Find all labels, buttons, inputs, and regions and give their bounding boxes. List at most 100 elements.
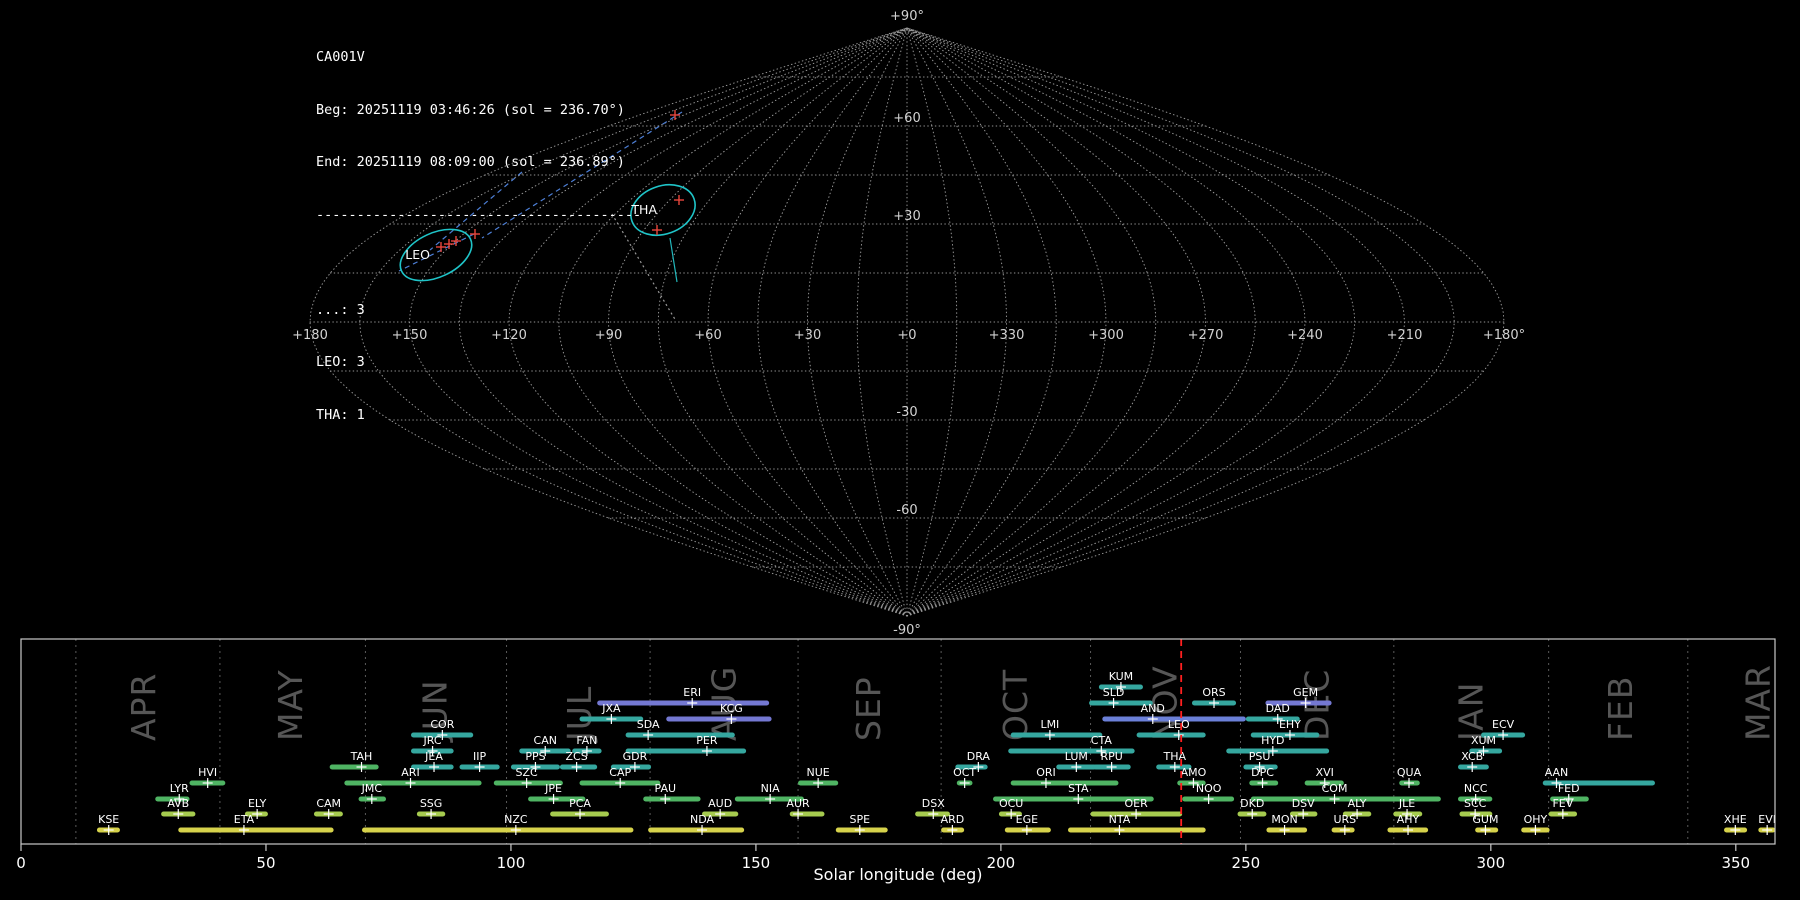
meteor-trail: [670, 238, 677, 282]
longitude-label: +30: [794, 328, 821, 343]
shower-label-AUD: AUD: [708, 797, 732, 810]
shower-label-SLD: SLD: [1103, 686, 1125, 699]
shower-label-ECV: ECV: [1492, 718, 1515, 731]
shower-bar-LEO: [1137, 733, 1206, 738]
shower-bar-KCG: [666, 717, 771, 722]
shower-label-ELY: ELY: [248, 797, 267, 810]
month-label: FEB: [1601, 676, 1640, 741]
latitude-label: -90°: [893, 623, 921, 638]
shower-label-AVB: AVB: [167, 797, 189, 810]
shower-label-CAP: CAP: [609, 766, 631, 779]
count-tha: THA: 1: [316, 407, 641, 425]
shower-label-DPC: DPC: [1251, 766, 1274, 779]
shower-label-DAD: DAD: [1266, 702, 1290, 715]
shower-bar-ORI: [1011, 781, 1119, 786]
latitude-label: +90°: [890, 9, 924, 24]
shower-label-GEM: GEM: [1293, 686, 1318, 699]
shower-label-JXA: JXA: [601, 702, 621, 715]
shower-label-THA: THA: [1163, 750, 1187, 763]
shower-label-OCU: OCU: [999, 797, 1023, 810]
shower-bar-LMI: [1011, 733, 1103, 738]
shower-label-OER: OER: [1124, 797, 1148, 810]
shower-label-AMO: AMO: [1181, 766, 1207, 779]
shower-label-OHY: OHY: [1524, 813, 1548, 826]
shower-label-FAN: FAN: [576, 734, 597, 747]
shower-label-NTA: NTA: [1109, 813, 1131, 826]
shower-label-HVI: HVI: [198, 766, 217, 779]
plot-canvas: +90°+60+30-30-60-90°+180+150+120+90+60+3…: [0, 0, 1800, 900]
shower-label-DRA: DRA: [967, 750, 991, 763]
shower-label-KCG: KCG: [720, 702, 743, 715]
shower-label-ORS: ORS: [1202, 686, 1225, 699]
shower-label-XHE: XHE: [1724, 813, 1747, 826]
shower-label-ERI: ERI: [683, 686, 701, 699]
shower-label-PCA: PCA: [569, 797, 591, 810]
tick-label: 250: [1232, 854, 1261, 872]
shower-label-SPE: SPE: [849, 813, 870, 826]
shower-label-XVI: XVI: [1316, 766, 1334, 779]
shower-label-FEV: FEV: [1552, 797, 1573, 810]
radiant-plot-screen: CA001V Beg: 20251119 03:46:26 (sol = 236…: [0, 0, 1800, 900]
shower-label-PER: PER: [696, 734, 718, 747]
shower-label-MON: MON: [1271, 813, 1297, 826]
x-axis-label: Solar longitude (deg): [814, 865, 983, 884]
shower-label-TAH: TAH: [350, 750, 373, 763]
shower-label-RPU: RPU: [1100, 750, 1122, 763]
shower-label-LEO: LEO: [1168, 718, 1190, 731]
shower-label-NCC: NCC: [1464, 782, 1488, 795]
shower-label-ALY: ALY: [1348, 797, 1367, 810]
shower-bar-ETA: [178, 828, 333, 833]
shower-label-COM: COM: [1322, 782, 1348, 795]
shower-label-LUM: LUM: [1065, 750, 1088, 763]
shower-label-DSX: DSX: [922, 797, 945, 810]
shower-label-ZCS: ZCS: [565, 750, 587, 763]
tick-label: 100: [497, 854, 526, 872]
shower-label-QUA: QUA: [1397, 766, 1422, 779]
shower-label-CTA: CTA: [1091, 734, 1113, 747]
month-label: SEP: [849, 676, 888, 741]
longitude-label: +330: [989, 328, 1025, 343]
longitude-label: +300: [1088, 328, 1124, 343]
shower-label-ARD: ARD: [941, 813, 965, 826]
shower-label-ARI: ARI: [401, 766, 419, 779]
shower-label-GUM: GUM: [1472, 813, 1498, 826]
shower-label-NDA: NDA: [690, 813, 715, 826]
longitude-label: +180°: [1483, 328, 1525, 343]
shower-label-CAN: CAN: [534, 734, 557, 747]
shower-label-FED: FED: [1558, 782, 1580, 795]
shower-label-HYD: HYD: [1261, 734, 1284, 747]
longitude-label: +0: [897, 328, 916, 343]
shower-label-AHY: AHY: [1397, 813, 1420, 826]
shower-bar-NDA: [648, 828, 744, 833]
shower-label-GDR: GDR: [623, 750, 648, 763]
count-leo: LEO: 3: [316, 354, 641, 372]
shower-label-DSV: DSV: [1292, 797, 1315, 810]
shower-label-JPE: JPE: [544, 782, 562, 795]
shower-label-URS: URS: [1333, 813, 1356, 826]
tick-label: 200: [987, 854, 1016, 872]
shower-label-PSU: PSU: [1249, 750, 1271, 763]
shower-label-AAN: AAN: [1545, 766, 1569, 779]
latitude-label: +60: [893, 111, 920, 126]
session-begin: Beg: 20251119 03:46:26 (sol = 236.70°): [316, 102, 641, 120]
tick-label: 150: [742, 854, 771, 872]
month-label: MAY: [271, 669, 310, 741]
session-info: CA001V Beg: 20251119 03:46:26 (sol = 236…: [316, 14, 641, 495]
shower-label-JRC: JRC: [423, 734, 442, 747]
month-label: MAR: [1738, 664, 1777, 741]
shower-label-NIA: NIA: [761, 782, 780, 795]
longitude-label: +60: [694, 328, 721, 343]
shower-label-LMI: LMI: [1040, 718, 1059, 731]
shower-label-LYR: LYR: [170, 782, 189, 795]
shower-bar-TAH: [330, 765, 379, 770]
latitude-label: +30: [893, 209, 920, 224]
shower-label-NUE: NUE: [807, 766, 830, 779]
shower-label-STA: STA: [1068, 782, 1089, 795]
tick-label: 0: [16, 854, 26, 872]
shower-label-XCB: XCB: [1461, 750, 1483, 763]
shower-bar-ERI: [597, 701, 769, 706]
shower-label-COR: COR: [430, 718, 454, 731]
shower-bar-SDA: [626, 733, 735, 738]
shower-label-EVI: EVI: [1758, 813, 1776, 826]
shower-label-AUR: AUR: [786, 797, 810, 810]
